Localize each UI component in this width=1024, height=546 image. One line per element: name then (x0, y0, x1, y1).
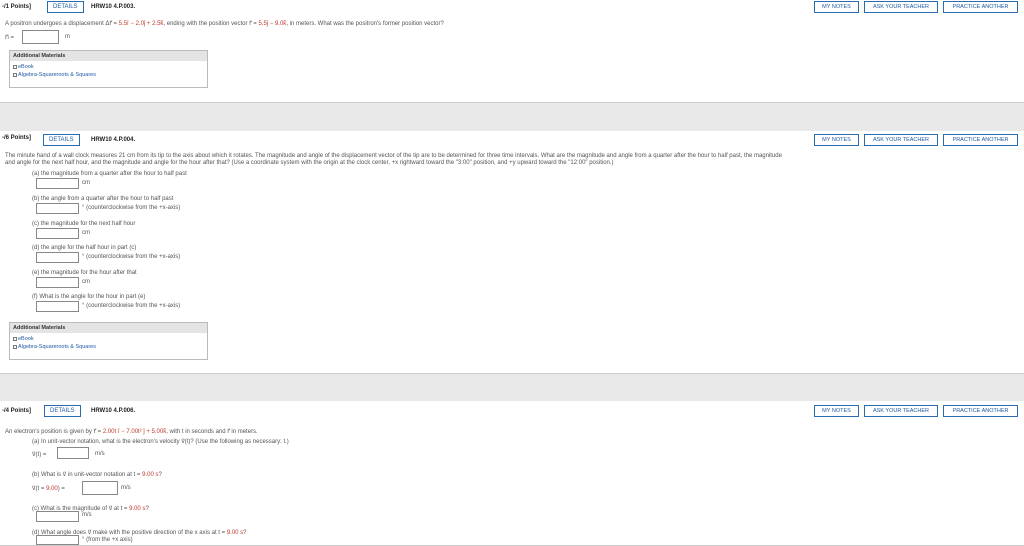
question-header: -/1 Points] DETAILS HRW10 4.P.003. MY NO… (0, 0, 1024, 17)
part-b-input[interactable] (82, 481, 118, 495)
grid-icon (13, 344, 17, 349)
question-text: A positron undergoes a displacement Δr⃗ … (5, 20, 444, 27)
gap (0, 374, 1024, 401)
additional-materials: Additional Materials eBook Algebra-Squar… (9, 322, 208, 360)
part-d-text: ? (243, 530, 247, 536)
time-value: 9.00 (46, 486, 58, 492)
question-header: -/4 Points] DETAILS HRW10 4.P.006. MY NO… (0, 401, 1024, 418)
additional-materials-title: Additional Materials (10, 323, 207, 333)
part-d-unit: ° (counterclockwise from the +x-axis) (82, 254, 181, 260)
part-e-input[interactable] (36, 277, 79, 288)
my-notes-button[interactable]: MY NOTES (814, 134, 859, 146)
time-value: 9.00 s (142, 472, 159, 478)
question-text: An electron's position is given by r⃗ = … (5, 428, 258, 435)
part-a-prefix: v⃗(t) = (32, 452, 47, 458)
question-text-part: A positron undergoes a displacement Δr⃗ … (5, 21, 119, 27)
part-b-prefix-text: ) = (57, 486, 65, 492)
ask-teacher-button[interactable]: ASK YOUR TEACHER (864, 134, 938, 146)
points-label: -/1 Points] (2, 4, 32, 10)
my-notes-button[interactable]: MY NOTES (814, 405, 859, 417)
ebook-link[interactable]: eBook (10, 63, 207, 71)
part-a-unit: cm (82, 180, 90, 186)
practice-another-button[interactable]: PRACTICE ANOTHER (943, 1, 1018, 13)
time-value: 9.00 s (226, 530, 244, 536)
part-f-input[interactable] (36, 301, 79, 312)
ebook-link-text: eBook (18, 64, 34, 70)
part-a-label: (a) the magnitude from a quarter after t… (32, 171, 187, 177)
displacement-value: 5.5î − 2.0ĵ + 2.5k̂ (118, 21, 164, 27)
algebra-link[interactable]: Algebra-Squareroots & Squares (10, 71, 207, 79)
question-panel-1: -/1 Points] DETAILS HRW10 4.P.003. MY NO… (0, 0, 1024, 103)
part-a-unit: m/s (95, 451, 105, 457)
question-paragraph: and angle for the next half hour, and th… (5, 160, 614, 166)
part-c-label: (c) the magnitude for the next half hour (32, 221, 136, 227)
question-panel-3: -/4 Points] DETAILS HRW10 4.P.006. MY NO… (0, 401, 1024, 546)
details-button[interactable]: DETAILS (47, 1, 84, 13)
points-label: -/6 Points] (2, 135, 32, 141)
part-d-label: (d) the angle for the half hour in part … (32, 245, 137, 251)
practice-another-button[interactable]: PRACTICE ANOTHER (943, 134, 1018, 146)
details-button[interactable]: DETAILS (43, 134, 80, 146)
part-d-input[interactable] (36, 252, 79, 263)
part-b-text: (b) What is v⃗ in unit-vector notation a… (32, 472, 143, 478)
part-a-input[interactable] (57, 447, 89, 459)
part-c-text: ? (145, 506, 149, 512)
position-value: 5.5ĵ − 9.0k̂ (258, 21, 287, 27)
part-a-label: (a) In unit-vector notation, what is the… (32, 439, 289, 445)
ask-teacher-button[interactable]: ASK YOUR TEACHER (864, 405, 938, 417)
question-paragraph: The minute hand of a wall clock measures… (5, 153, 782, 159)
part-f-unit: ° (counterclockwise from the +x-axis) (82, 303, 181, 309)
ebook-icon (13, 64, 17, 69)
ask-teacher-button[interactable]: ASK YOUR TEACHER (864, 1, 938, 13)
part-b-prefix: v⃗(t = 9.00) = (32, 485, 65, 492)
answer-label: r⃗i = (5, 35, 14, 41)
unit-label: m (65, 34, 70, 40)
question-text-part: , with t in seconds and r⃗ in meters. (166, 429, 258, 435)
part-c-unit: m/s (82, 512, 92, 518)
part-a-input[interactable] (36, 178, 79, 189)
question-id: HRW10 4.P.004. (91, 137, 136, 143)
part-b-label: (b) What is v⃗ in unit-vector notation a… (32, 471, 162, 478)
part-f-label: (f) What is the angle for the hour in pa… (32, 294, 146, 300)
question-header: -/6 Points] DETAILS HRW10 4.P.004. MY NO… (0, 131, 1024, 148)
gap (0, 103, 1024, 131)
details-button[interactable]: DETAILS (44, 405, 81, 417)
position-function: 2.00t î − 7.00t² ĵ + 5.00k̂ (102, 429, 167, 435)
part-c-unit: cm (82, 230, 90, 236)
ebook-link[interactable]: eBook (10, 335, 207, 343)
question-panel-2: -/6 Points] DETAILS HRW10 4.P.004. MY NO… (0, 131, 1024, 374)
part-b-prefix-text: v⃗(t = (32, 486, 47, 492)
ebook-link-text: eBook (18, 336, 34, 342)
algebra-link-text: Algebra-Squareroots & Squares (18, 344, 96, 350)
part-c-input[interactable] (36, 228, 79, 239)
question-id: HRW10 4.P.003. (91, 4, 136, 10)
part-e-label: (e) the magnitude for the hour after tha… (32, 270, 137, 276)
part-d-input[interactable] (36, 535, 79, 545)
ebook-icon (13, 336, 17, 341)
points-label: -/4 Points] (2, 408, 32, 414)
part-d-unit: ° (from the +x axis) (82, 537, 133, 543)
part-b-input[interactable] (36, 203, 79, 214)
question-text-part: , ending with the position vector r⃗ = (163, 21, 259, 27)
algebra-link-text: Algebra-Squareroots & Squares (18, 72, 96, 78)
part-b-unit: ° (counterclockwise from the +x-axis) (82, 205, 181, 211)
question-text-part: , in meters. What was the positron's for… (286, 21, 444, 27)
part-c-input[interactable] (36, 511, 79, 522)
part-b-unit: m/s (121, 485, 131, 491)
part-b-text: ? (158, 472, 162, 478)
part-b-label: (b) the angle from a quarter after the h… (32, 196, 174, 202)
part-e-unit: cm (82, 279, 90, 285)
practice-another-button[interactable]: PRACTICE ANOTHER (943, 405, 1018, 417)
time-value: 9.00 s (129, 506, 146, 512)
grid-icon (13, 72, 17, 77)
additional-materials: Additional Materials eBook Algebra-Squar… (9, 50, 208, 88)
question-text-part: An electron's position is given by r⃗ = (5, 429, 103, 435)
question-id: HRW10 4.P.006. (91, 408, 136, 414)
my-notes-button[interactable]: MY NOTES (814, 1, 859, 13)
answer-input[interactable] (22, 30, 59, 44)
algebra-link[interactable]: Algebra-Squareroots & Squares (10, 343, 207, 351)
additional-materials-title: Additional Materials (10, 51, 207, 61)
